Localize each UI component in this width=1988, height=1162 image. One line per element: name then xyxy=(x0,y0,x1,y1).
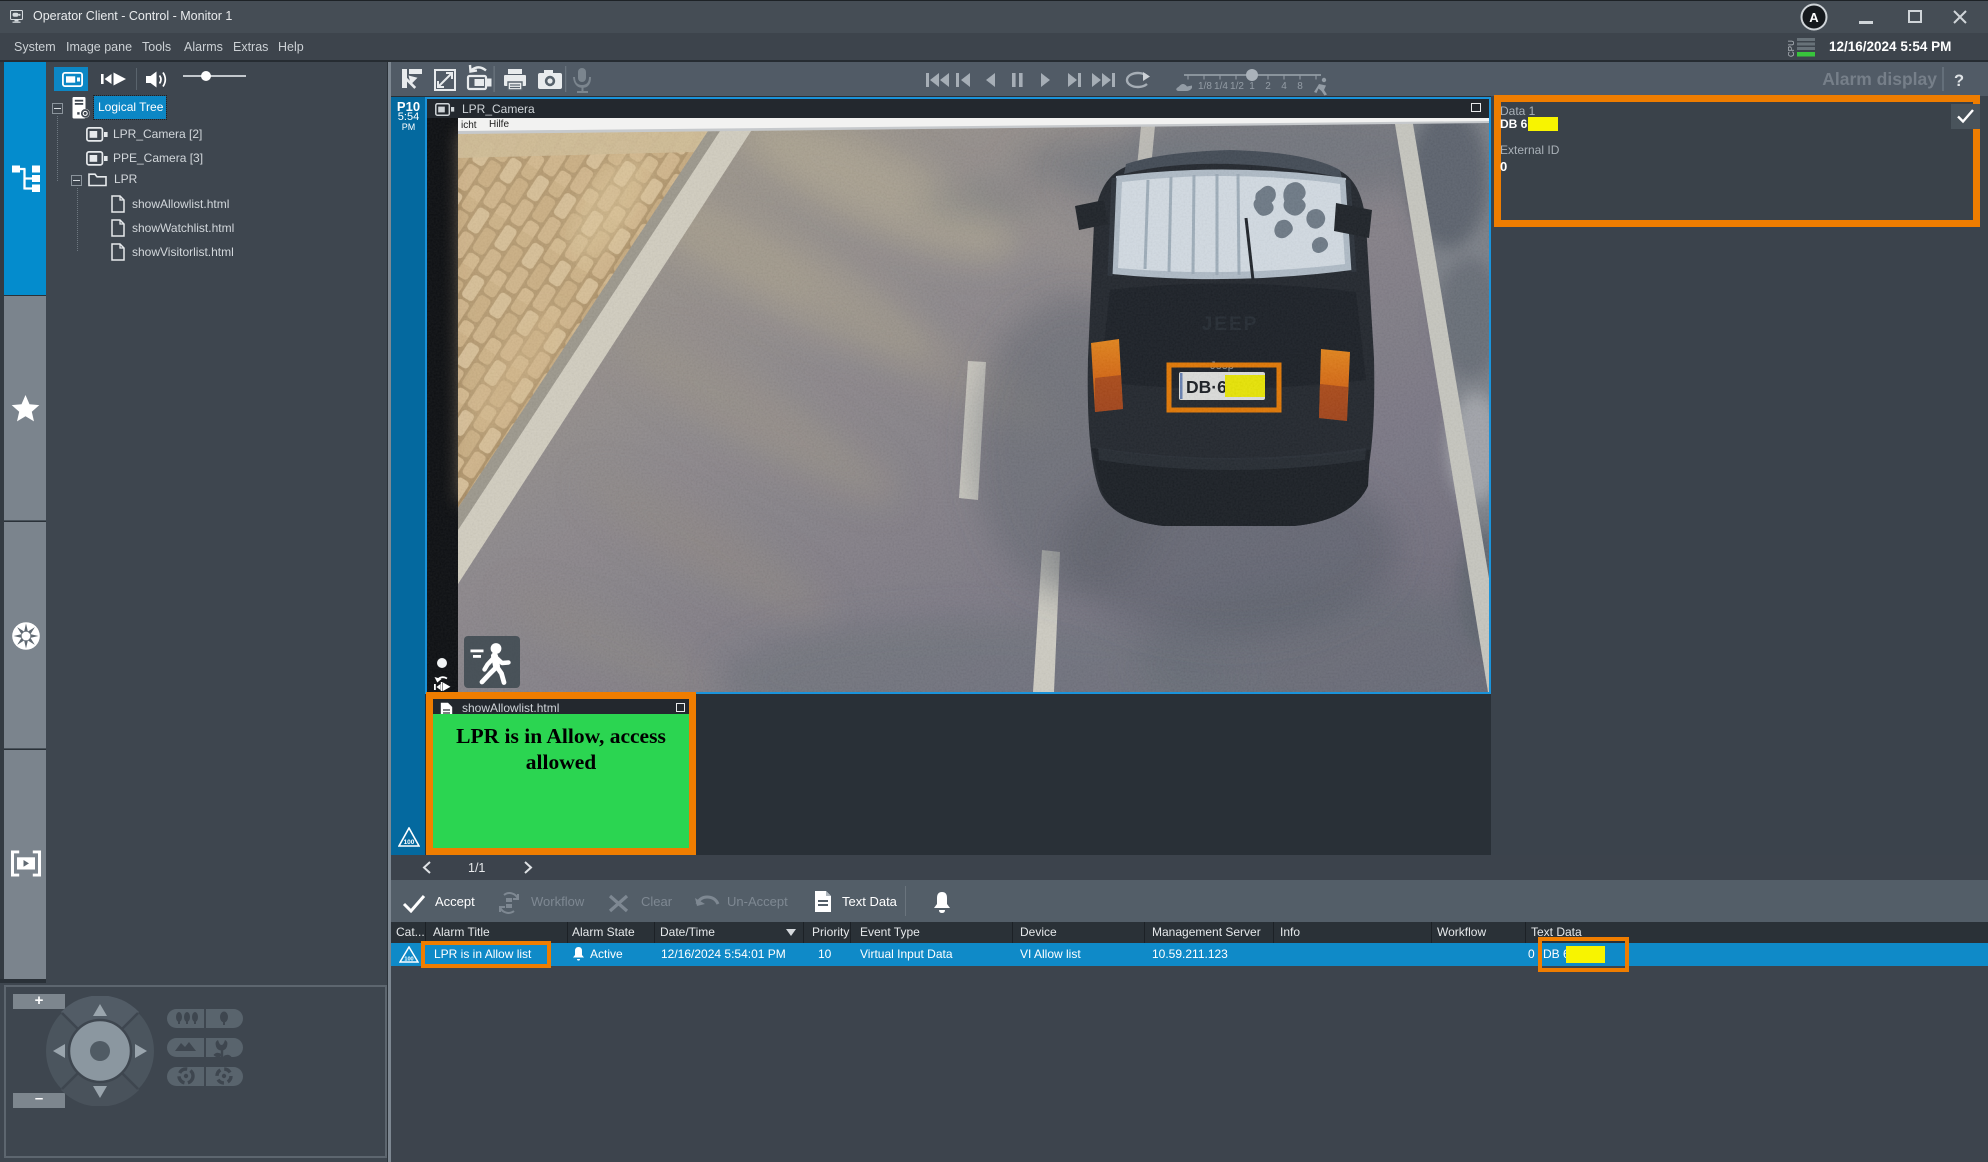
svg-text:2: 2 xyxy=(1265,81,1271,92)
svg-text:8: 8 xyxy=(1297,81,1303,92)
svg-text:1: 1 xyxy=(1249,81,1255,92)
svg-text:4: 4 xyxy=(1281,81,1287,92)
svg-text:100: 100 xyxy=(404,957,413,963)
svg-text:Alarm display: Alarm display xyxy=(1822,69,1937,89)
svg-text:icht: icht xyxy=(461,120,477,131)
svg-text:Hilfe: Hilfe xyxy=(489,119,509,130)
svg-text:100: 100 xyxy=(404,839,415,846)
svg-text:1/2: 1/2 xyxy=(1230,81,1244,92)
svg-text:A: A xyxy=(1809,10,1819,25)
svg-text:?: ? xyxy=(1954,72,1964,90)
svg-text:1/4: 1/4 xyxy=(1214,81,1228,92)
svg-text:1/8: 1/8 xyxy=(1198,81,1212,92)
svg-text:CPU: CPU xyxy=(1787,40,1796,57)
